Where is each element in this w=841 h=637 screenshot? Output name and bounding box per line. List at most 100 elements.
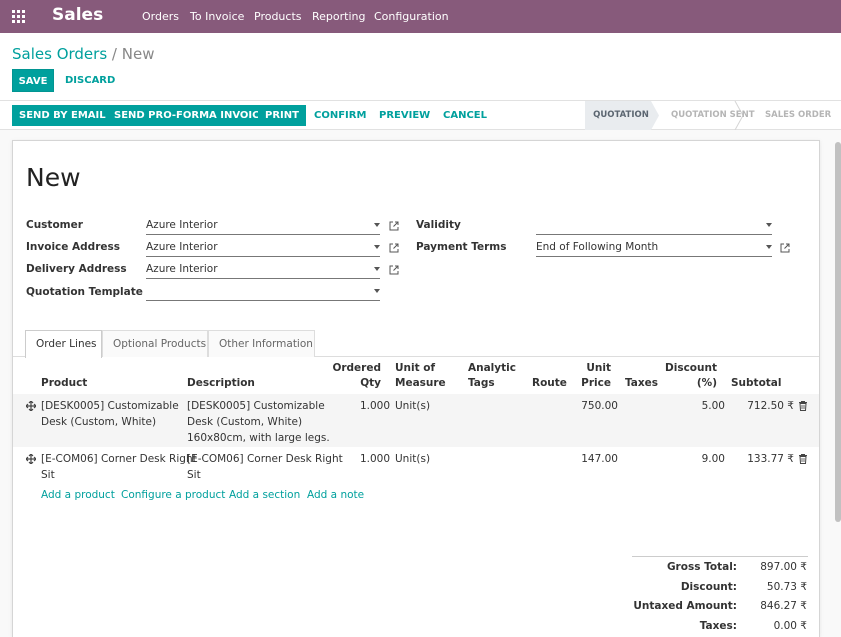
top-navbar: Sales Orders To Invoice Products Reporti… — [0, 0, 841, 33]
row1-description-line2: Desk (Custom, White) — [187, 416, 303, 428]
preview-button[interactable]: PREVIEW — [372, 105, 437, 126]
row1-price: 750.00 — [581, 400, 618, 412]
col-discount[interactable]: Discount (%) — [660, 361, 717, 391]
col-tags-line2: Tags — [468, 377, 495, 389]
stage-quotation-sent[interactable]: QUOTATION SENT — [671, 101, 755, 130]
cancel-button[interactable]: CANCEL — [436, 105, 494, 126]
col-ordered-qty-line1: Ordered — [332, 362, 381, 374]
taxes-label: Taxes: — [699, 620, 737, 632]
quotation-template-label: Quotation Template — [26, 286, 143, 298]
stage-quotation[interactable]: QUOTATION — [585, 101, 657, 130]
status-bar: SEND BY EMAIL SEND PRO-FORMA INVOICE PRI… — [0, 101, 841, 130]
add-product-link[interactable]: Add a product — [41, 489, 115, 501]
tab-other-information[interactable]: Other Information — [208, 330, 315, 357]
discard-button[interactable]: DISCARD — [65, 69, 115, 92]
row2-description-line1: [E-COM06] Corner Desk Right — [187, 453, 343, 465]
col-route[interactable]: Route — [532, 376, 567, 391]
row2-subtotal: 133.77 ₹ — [747, 453, 794, 465]
col-uom-line2: Measure — [395, 377, 446, 389]
drag-handle-icon[interactable] — [26, 401, 36, 411]
external-link-icon[interactable] — [780, 243, 790, 253]
send-proforma-invoice-button[interactable]: SEND PRO-FORMA INVOICE — [107, 105, 274, 126]
row1-description-line1: [DESK0005] Customizable — [187, 400, 325, 412]
quotation-template-field[interactable] — [146, 284, 380, 301]
trash-icon[interactable] — [799, 401, 807, 411]
menu-reporting[interactable]: Reporting — [312, 10, 365, 23]
drag-handle-icon[interactable] — [26, 454, 36, 464]
payment-terms-field[interactable]: End of Following Month — [536, 240, 772, 257]
menu-to-invoice[interactable]: To Invoice — [190, 10, 244, 23]
col-tags-line1: Analytic — [468, 362, 516, 374]
col-product[interactable]: Product — [41, 376, 87, 391]
discount-total-label: Discount: — [680, 581, 737, 593]
chevron-down-icon[interactable] — [374, 267, 380, 271]
chevron-down-icon[interactable] — [766, 245, 772, 249]
validity-field[interactable] — [536, 218, 772, 235]
taxes-value: 0.00 ₹ — [773, 620, 807, 632]
trash-icon[interactable] — [799, 454, 807, 464]
row1-qty: 1.000 — [359, 400, 390, 412]
discount-total-value: 50.73 ₹ — [766, 581, 807, 593]
app-name[interactable]: Sales — [52, 5, 103, 25]
row1-product-line2: Desk (Custom, White) — [41, 416, 157, 428]
scrollbar[interactable] — [835, 142, 841, 522]
print-button[interactable]: PRINT — [258, 105, 306, 126]
send-by-email-button[interactable]: SEND BY EMAIL — [12, 105, 113, 126]
col-subtotal[interactable]: Subtotal — [731, 376, 782, 391]
menu-products[interactable]: Products — [254, 10, 302, 23]
col-taxes[interactable]: Taxes — [625, 376, 658, 391]
row1-description-line3: 160x80cm, with large legs. — [187, 432, 330, 444]
row2-description: [E-COM06] Corner Desk Right Sit — [187, 451, 343, 483]
chevron-down-icon[interactable] — [766, 223, 772, 227]
delivery-address-value: Azure Interior — [146, 263, 218, 275]
external-link-icon[interactable] — [389, 221, 399, 231]
col-uom-line1: Unit of — [395, 362, 436, 374]
external-link-icon[interactable] — [389, 243, 399, 253]
col-price-line2: Price — [581, 377, 611, 389]
menu-configuration[interactable]: Configuration — [374, 10, 449, 23]
configure-product-link[interactable]: Configure a product — [121, 489, 225, 501]
row1-product: [DESK0005] Customizable Desk (Custom, Wh… — [41, 398, 179, 430]
chevron-down-icon[interactable] — [374, 245, 380, 249]
row1-product-line1: [DESK0005] Customizable — [41, 400, 179, 412]
row1-description: [DESK0005] Customizable Desk (Custom, Wh… — [187, 398, 330, 446]
col-analytic-tags[interactable]: Analytic Tags — [468, 361, 516, 391]
add-note-link[interactable]: Add a note — [307, 489, 364, 501]
confirm-button[interactable]: CONFIRM — [307, 105, 373, 126]
customer-value: Azure Interior — [146, 219, 218, 231]
tab-optional-products[interactable]: Optional Products — [102, 330, 208, 357]
payment-terms-label: Payment Terms — [416, 241, 507, 253]
col-discount-line2: (%) — [696, 377, 717, 389]
row1-subtotal: 712.50 ₹ — [747, 400, 794, 412]
untaxed-amount-label: Untaxed Amount: — [633, 600, 737, 612]
invoice-address-field[interactable]: Azure Interior — [146, 240, 380, 257]
apps-grid-icon[interactable] — [12, 10, 26, 24]
add-section-link[interactable]: Add a section — [229, 489, 300, 501]
untaxed-amount-value: 846.27 ₹ — [760, 600, 807, 612]
breadcrumb-separator: / — [111, 45, 117, 63]
external-link-icon[interactable] — [389, 265, 399, 275]
payment-terms-value: End of Following Month — [536, 241, 659, 253]
menu-orders[interactable]: Orders — [142, 10, 179, 23]
row2-description-line2: Sit — [187, 469, 201, 481]
gross-total-label: Gross Total: — [666, 561, 737, 573]
row2-product-line2: Sit — [41, 469, 55, 481]
save-button[interactable]: SAVE — [12, 69, 54, 92]
row2-discount: 9.00 — [701, 453, 725, 465]
col-unit-of-measure[interactable]: Unit of Measure — [395, 361, 446, 391]
breadcrumb-sales-orders[interactable]: Sales Orders — [12, 45, 107, 63]
totals-divider — [632, 556, 808, 557]
control-panel: Sales Orders / New SAVE DISCARD — [0, 33, 841, 101]
col-description[interactable]: Description — [187, 376, 255, 391]
customer-field[interactable]: Azure Interior — [146, 218, 380, 235]
stage-sales-order[interactable]: SALES ORDER — [765, 101, 831, 130]
chevron-down-icon[interactable] — [374, 223, 380, 227]
tab-order-lines[interactable]: Order Lines — [25, 330, 102, 358]
breadcrumb-current: New — [121, 45, 155, 63]
invoice-address-label: Invoice Address — [26, 241, 120, 253]
col-unit-price[interactable]: Unit Price — [570, 361, 611, 391]
col-ordered-qty[interactable]: Ordered Qty — [330, 361, 381, 391]
chevron-down-icon[interactable] — [374, 289, 380, 293]
row2-product-line1: [E-COM06] Corner Desk Right — [41, 453, 197, 465]
delivery-address-field[interactable]: Azure Interior — [146, 262, 380, 279]
